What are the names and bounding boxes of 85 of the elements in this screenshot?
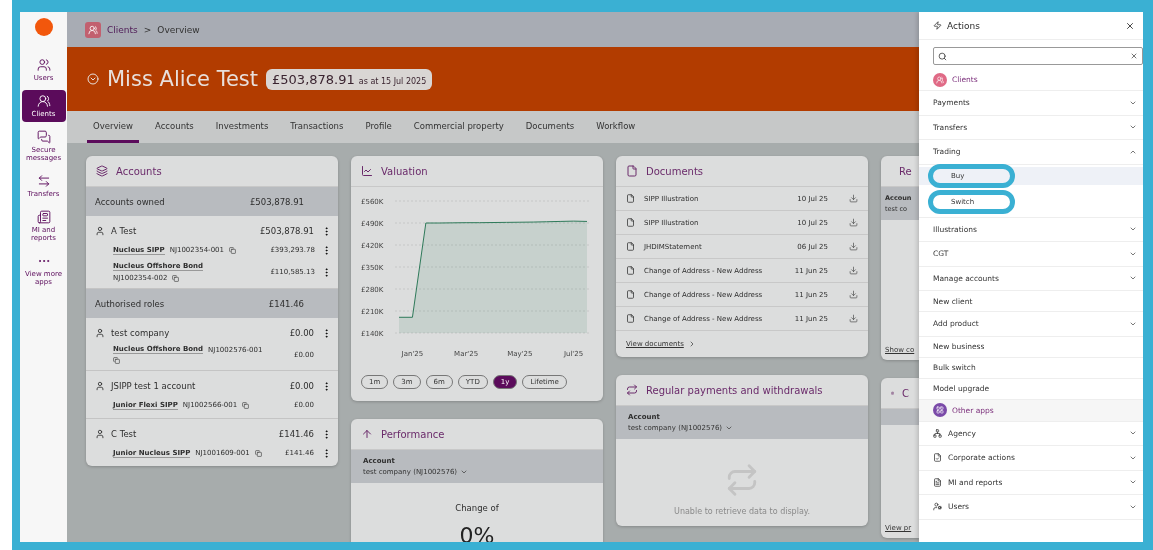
card-title: Documents	[646, 165, 704, 177]
download-button[interactable]	[849, 218, 858, 227]
card-title: Re	[899, 165, 912, 177]
chevron-down-icon	[725, 424, 734, 432]
search-field[interactable]	[933, 47, 1143, 65]
file-icon	[626, 165, 638, 177]
users-icon	[36, 58, 51, 72]
breadcrumb-separator: >	[143, 24, 152, 35]
line-chart-icon	[361, 165, 373, 177]
tab[interactable]: Profile	[359, 111, 398, 143]
group-label: Authorised roles	[95, 298, 165, 309]
download-button[interactable]	[849, 314, 858, 323]
card-title: Valuation	[381, 165, 428, 177]
copy-icon[interactable]	[254, 449, 262, 457]
tab[interactable]: Commercial property	[407, 111, 510, 143]
breadcrumb-link[interactable]: Clients	[107, 24, 138, 35]
copy-icon[interactable]	[242, 401, 250, 409]
copy-icon[interactable]	[113, 357, 120, 364]
people-icon	[36, 94, 51, 109]
network-icon	[933, 428, 942, 438]
person-icon	[95, 429, 105, 439]
holder-value: £141.46	[278, 429, 314, 439]
tab[interactable]: Documents	[519, 111, 581, 143]
tab[interactable]: Overview	[87, 111, 140, 143]
close-button[interactable]	[1125, 20, 1135, 31]
search-icon	[938, 51, 947, 61]
document-check-icon	[933, 453, 942, 463]
file-icon	[626, 242, 635, 251]
holder-name: test company	[111, 328, 170, 338]
change-label: Change of	[455, 503, 499, 513]
logo-icon[interactable]	[34, 18, 53, 36]
repeat-icon	[626, 384, 638, 396]
holder-value: £0.00	[289, 381, 314, 391]
empty-message: Unable to retrieve data to display.	[674, 507, 810, 516]
person-icon	[95, 226, 105, 236]
group-label: Accounts owned	[95, 196, 165, 207]
download-button[interactable]	[849, 242, 858, 251]
lightning-icon	[933, 21, 942, 30]
people-icon	[85, 21, 101, 38]
card-title: Performance	[381, 428, 445, 440]
group-total: £141.46	[268, 298, 304, 309]
holder-name: A Test	[111, 226, 137, 236]
chevron-circle-icon[interactable]	[87, 73, 99, 85]
arrow-up-icon	[361, 428, 373, 440]
file-icon	[626, 194, 635, 203]
people-icon	[933, 72, 947, 87]
tab[interactable]: Accounts	[149, 111, 200, 143]
panel-title: Actions	[947, 20, 981, 31]
balance-date: as at 15 Jul 2025	[358, 76, 427, 86]
holder-value: £0.00	[289, 328, 314, 338]
download-button[interactable]	[849, 290, 858, 299]
card-title: Regular payments and withdrawals	[646, 384, 823, 396]
file-icon	[626, 314, 635, 323]
user-gear-icon	[933, 502, 942, 512]
card-title: C	[902, 387, 909, 399]
layers-icon	[96, 165, 108, 177]
holder-value: £503,878.91	[259, 226, 314, 236]
tab[interactable]: Investments	[209, 111, 275, 143]
file-icon	[626, 218, 635, 227]
copy-icon[interactable]	[172, 274, 180, 282]
repeat-icon	[725, 463, 759, 497]
client-name: Miss Alice Test	[107, 67, 259, 91]
copy-icon[interactable]	[229, 246, 236, 254]
breadcrumb-current: Overview	[157, 24, 200, 35]
holder-name: C Test	[111, 429, 137, 439]
chevron-down-icon	[460, 468, 469, 476]
person-icon	[95, 328, 105, 338]
account-panel	[881, 409, 919, 425]
file-icon	[626, 290, 635, 299]
report-icon	[36, 210, 51, 225]
clear-icon[interactable]	[1130, 52, 1138, 60]
person-icon	[95, 381, 105, 391]
tab[interactable]: Transactions	[284, 111, 350, 143]
arrows-icon	[36, 174, 51, 189]
tab[interactable]: Workflow	[590, 111, 642, 143]
download-button[interactable]	[849, 266, 858, 275]
chat-bubbles-icon	[36, 130, 51, 145]
card-title: Accounts	[116, 165, 162, 177]
download-button[interactable]	[849, 194, 858, 203]
balance-value: £503,878.91	[272, 71, 355, 87]
holder-name: JSIPP test 1 account	[111, 381, 196, 391]
group-total: £503,878.91	[249, 196, 304, 207]
document-icon	[933, 477, 942, 487]
grid-icon	[933, 403, 947, 417]
file-icon	[626, 266, 635, 275]
